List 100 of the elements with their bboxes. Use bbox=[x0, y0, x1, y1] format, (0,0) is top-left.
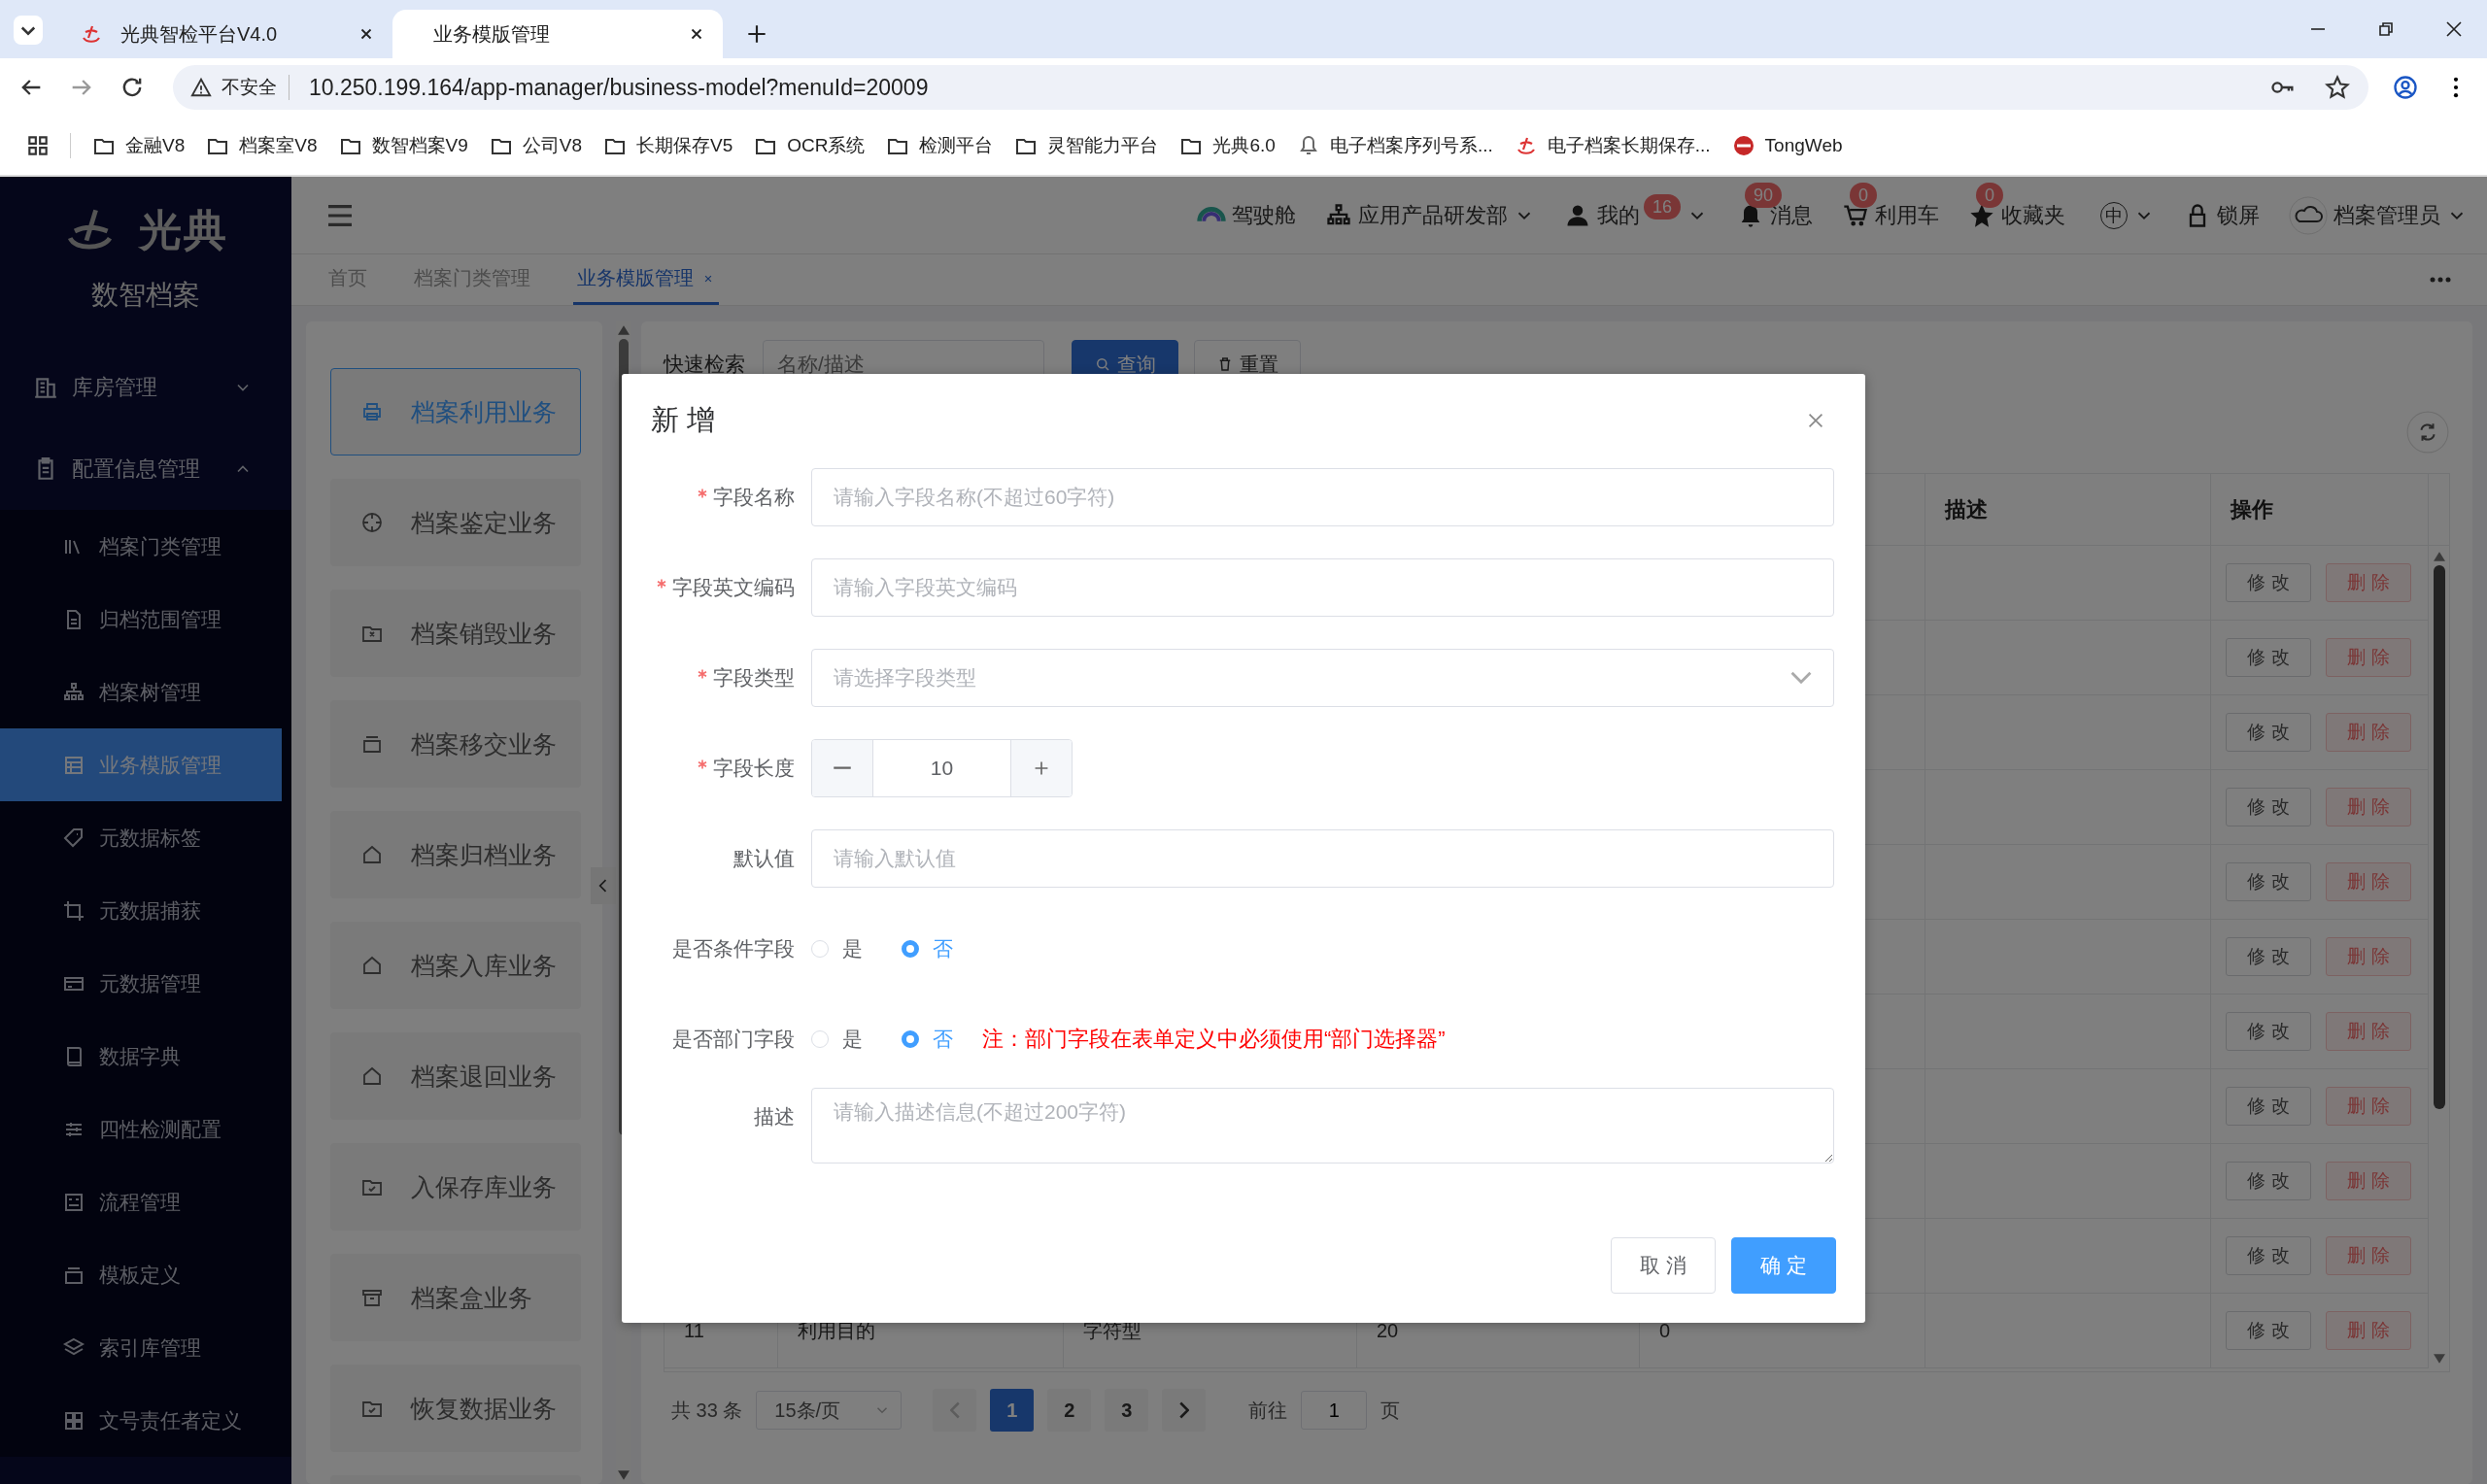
input-field[interactable]: 请输入默认值 bbox=[811, 828, 1834, 888]
page-button[interactable]: 2 bbox=[1047, 1389, 1092, 1432]
edit-button[interactable]: 修 改 bbox=[2226, 937, 2311, 976]
business-card[interactable]: 档案销毁业务 bbox=[330, 590, 581, 677]
input-field[interactable]: 请输入字段英文编码 bbox=[811, 557, 1834, 617]
bookmark[interactable]: TongWeb bbox=[1731, 134, 1843, 157]
sidebar-item[interactable]: 元数据捕获 bbox=[0, 874, 282, 947]
business-card[interactable]: 恢复数据业务 bbox=[330, 1365, 581, 1452]
sidebar-item[interactable]: 数据字典 bbox=[0, 1020, 282, 1093]
radio-option[interactable]: 是 bbox=[811, 1025, 863, 1053]
edit-button[interactable]: 修 改 bbox=[2226, 862, 2311, 901]
delete-button[interactable]: 删 除 bbox=[2326, 1012, 2411, 1051]
sidebar-item[interactable]: 索引库管理 bbox=[0, 1311, 282, 1384]
sidebar-item[interactable]: 流程管理 bbox=[0, 1165, 282, 1238]
radio-option[interactable]: 否 bbox=[902, 1025, 953, 1053]
header-item[interactable]: 档案管理员 bbox=[2289, 174, 2468, 235]
header-item[interactable]: 90 消息 bbox=[1737, 179, 1813, 230]
bookmark[interactable]: 电子档案序列号系... bbox=[1296, 133, 1493, 158]
page-button[interactable]: 1 bbox=[990, 1389, 1035, 1432]
address-bar[interactable]: 不安全 10.250.199.164/app-manager/business-model?menuId=20009 bbox=[173, 65, 2368, 110]
sidebar-item[interactable]: 档案门类管理 bbox=[0, 510, 282, 583]
refresh-icon[interactable] bbox=[2406, 411, 2449, 454]
bookmark-star-icon[interactable] bbox=[2324, 74, 2351, 101]
delete-button[interactable]: 删 除 bbox=[2326, 563, 2411, 602]
edit-button[interactable]: 修 改 bbox=[2226, 713, 2311, 752]
edit-button[interactable]: 修 改 bbox=[2226, 788, 2311, 826]
scroll-down-icon[interactable] bbox=[2433, 1354, 2445, 1364]
bookmark[interactable]: 灵智能力平台 bbox=[1014, 133, 1159, 158]
select-field[interactable]: 请选择字段类型 bbox=[811, 648, 1834, 707]
header-item[interactable]: 应用产品研发部 bbox=[1324, 179, 1535, 230]
page-input[interactable]: 1 bbox=[1301, 1391, 1368, 1430]
cancel-button[interactable]: 取 消 bbox=[1611, 1237, 1716, 1294]
scroll-up-icon[interactable] bbox=[618, 325, 630, 335]
bookmark[interactable]: 长期保存V5 bbox=[603, 133, 733, 158]
sidebar-item[interactable]: 文号责任者定义 bbox=[0, 1384, 282, 1457]
number-field[interactable]: 10 bbox=[811, 738, 1073, 797]
next-page-button[interactable] bbox=[1162, 1389, 1207, 1432]
edit-button[interactable]: 修 改 bbox=[2226, 1087, 2311, 1126]
header-item[interactable]: 驾驶舱 bbox=[1196, 179, 1296, 230]
bookmark[interactable]: 检测平台 bbox=[886, 133, 994, 158]
business-card[interactable]: 档案入库业务 bbox=[330, 922, 581, 1009]
delete-button[interactable]: 删 除 bbox=[2326, 1162, 2411, 1200]
bookmark[interactable]: OCR系统 bbox=[754, 133, 866, 158]
collapse-button[interactable] bbox=[591, 867, 616, 904]
profile-icon[interactable] bbox=[2392, 74, 2419, 101]
scroll-up-icon[interactable] bbox=[2433, 552, 2445, 561]
edit-button[interactable]: 修 改 bbox=[2226, 1162, 2311, 1200]
edit-button[interactable]: 修 改 bbox=[2226, 638, 2311, 677]
bookmark[interactable]: 光典6.0 bbox=[1179, 133, 1276, 158]
page-size-select[interactable]: 15条/页 bbox=[756, 1391, 903, 1430]
header-item[interactable]: 中 bbox=[2095, 180, 2155, 229]
apps-icon[interactable] bbox=[25, 133, 51, 158]
bookmark[interactable]: 电子档案长期保存... bbox=[1514, 133, 1711, 158]
delete-button[interactable]: 删 除 bbox=[2326, 937, 2411, 976]
page-tab[interactable]: 业务模版管理 bbox=[573, 254, 719, 305]
scroll-down-icon[interactable] bbox=[618, 1470, 630, 1480]
edit-button[interactable]: 修 改 bbox=[2226, 563, 2311, 602]
header-item[interactable]: 0 利用车 bbox=[1842, 179, 1939, 230]
bookmark[interactable]: 金融V8 bbox=[92, 133, 186, 158]
tab-list-icon[interactable] bbox=[14, 16, 43, 45]
description-field[interactable]: 请输入描述信息(不超过200字符) bbox=[811, 1088, 1834, 1164]
page-button[interactable]: 3 bbox=[1105, 1389, 1149, 1432]
bookmark[interactable]: 公司V8 bbox=[489, 133, 582, 158]
sidebar-item[interactable]: 元数据标签 bbox=[0, 801, 282, 874]
edit-button[interactable]: 修 改 bbox=[2226, 1236, 2311, 1275]
delete-button[interactable]: 删 除 bbox=[2326, 638, 2411, 677]
sidebar-item[interactable]: 业务模版管理 bbox=[0, 728, 282, 801]
header-item[interactable]: 0 收藏夹 bbox=[1968, 179, 2065, 230]
business-card[interactable]: 档案归档业务 bbox=[330, 811, 581, 898]
bookmark[interactable]: 档案室V8 bbox=[206, 133, 318, 158]
sidebar-item[interactable]: 四性检测配置 bbox=[0, 1093, 282, 1165]
bookmark[interactable]: 数智档案V9 bbox=[338, 133, 468, 158]
radio-button[interactable] bbox=[902, 1029, 919, 1048]
input-field[interactable]: 请输入字段名称(不超过60字符) bbox=[811, 467, 1834, 526]
radio-option[interactable]: 否 bbox=[902, 934, 953, 962]
sidebar-item[interactable]: 模板定义 bbox=[0, 1238, 282, 1311]
sidebar-item[interactable]: 档案树管理 bbox=[0, 656, 282, 728]
edit-button[interactable]: 修 改 bbox=[2226, 1311, 2311, 1350]
radio-option[interactable]: 是 bbox=[811, 934, 863, 962]
browser-tab[interactable]: 光典智检平台V4.0 bbox=[62, 10, 392, 58]
confirm-button[interactable]: 确 定 bbox=[1731, 1237, 1836, 1294]
business-card[interactable]: 档案退回业务 bbox=[330, 1032, 581, 1120]
delete-button[interactable]: 删 除 bbox=[2326, 1087, 2411, 1126]
header-item[interactable]: 我的 16 bbox=[1563, 179, 1708, 230]
sidebar-item[interactable]: 元数据管理 bbox=[0, 947, 282, 1020]
delete-button[interactable]: 删 除 bbox=[2326, 1311, 2411, 1350]
edit-button[interactable]: 修 改 bbox=[2226, 1012, 2311, 1051]
sidebar-item[interactable]: 归档范围管理 bbox=[0, 583, 282, 656]
delete-button[interactable]: 删 除 bbox=[2326, 713, 2411, 752]
browser-tab[interactable]: 业务模版管理 bbox=[392, 10, 723, 58]
sidebar-group[interactable]: 配置信息管理 bbox=[0, 428, 291, 510]
radio-button[interactable] bbox=[902, 939, 919, 958]
header-item[interactable]: 锁屏 bbox=[2184, 179, 2260, 230]
delete-button[interactable]: 删 除 bbox=[2326, 1236, 2411, 1275]
business-card[interactable]: 入保存库业务 bbox=[330, 1143, 581, 1231]
delete-button[interactable]: 删 除 bbox=[2326, 788, 2411, 826]
more-icon[interactable] bbox=[2429, 276, 2452, 284]
business-card[interactable]: 档案利用业务 bbox=[330, 368, 581, 455]
business-card[interactable]: 档案移交业务 bbox=[330, 700, 581, 788]
business-card[interactable]: 档案盒业务 bbox=[330, 1254, 581, 1341]
